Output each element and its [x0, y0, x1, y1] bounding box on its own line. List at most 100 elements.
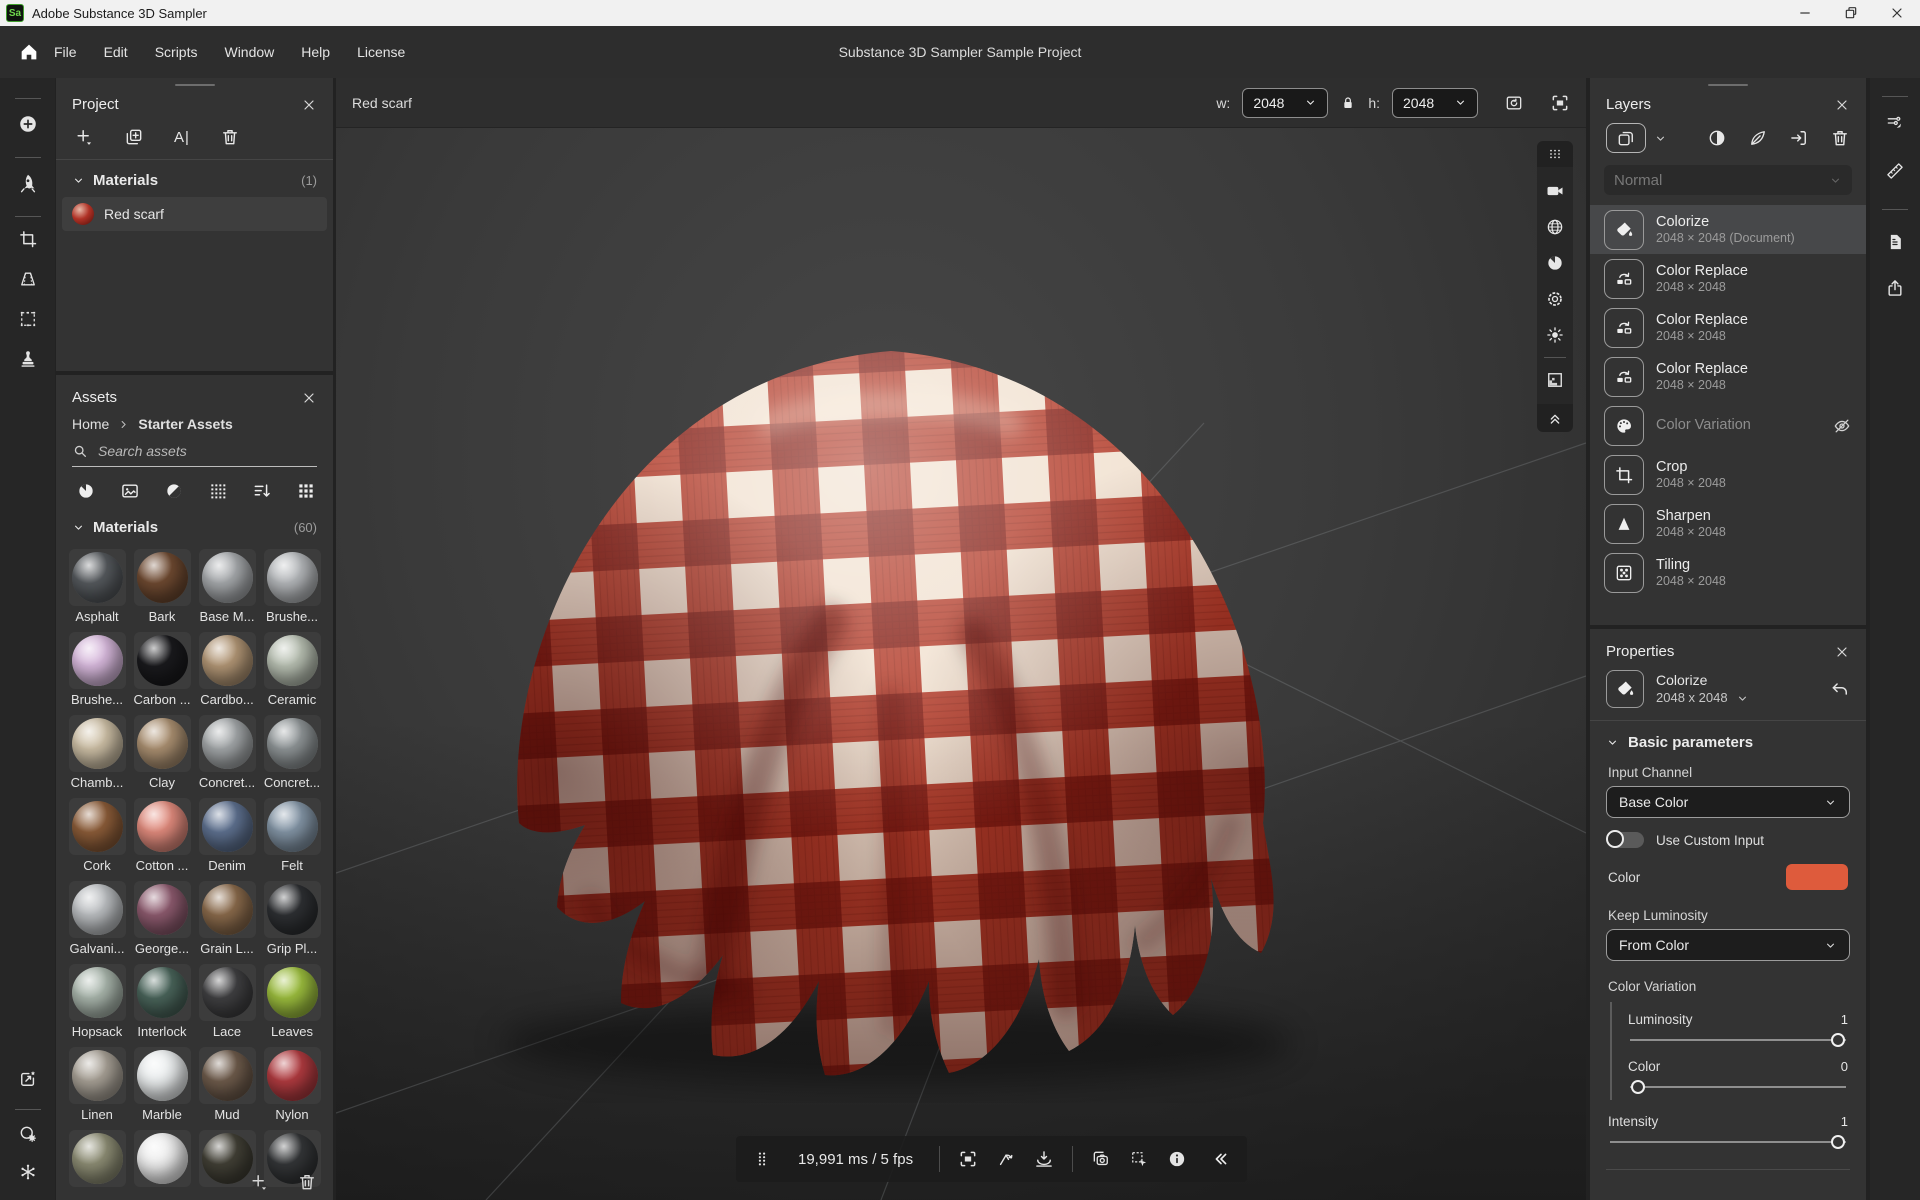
add-icon[interactable] — [74, 127, 94, 147]
frame-view-icon[interactable] — [958, 1149, 978, 1169]
marquee-select-icon[interactable] — [18, 309, 38, 329]
trash-icon[interactable] — [1830, 128, 1850, 148]
close-icon[interactable] — [1834, 644, 1850, 660]
material-asset[interactable]: Cork — [66, 795, 128, 877]
material-asset[interactable]: Brushe... — [66, 629, 128, 711]
material-asset[interactable]: Chamb... — [66, 712, 128, 794]
menu-item[interactable]: License — [357, 44, 405, 60]
material-asset[interactable]: Bark — [131, 546, 193, 628]
chevron-down-icon[interactable] — [1654, 132, 1667, 145]
reset-icon[interactable] — [1830, 679, 1850, 699]
layer-row[interactable]: Color Replace 2048 × 2048 — [1590, 254, 1866, 303]
document-icon[interactable] — [1885, 232, 1905, 252]
environment-globe-icon[interactable] — [1545, 209, 1565, 245]
material-asset[interactable]: Hopsack — [66, 961, 128, 1043]
viewport-tools-handle[interactable] — [1537, 141, 1573, 167]
material-asset[interactable]: Concret... — [261, 712, 323, 794]
fit-view-icon[interactable] — [1550, 93, 1570, 113]
collapse-column-icon[interactable] — [1537, 404, 1573, 432]
import-layer-icon[interactable] — [1789, 128, 1809, 148]
plugins-icon[interactable] — [18, 1162, 38, 1182]
material-asset[interactable]: Cotton ... — [131, 795, 193, 877]
menu-item[interactable]: File — [54, 44, 77, 60]
keep-luminosity-dropdown[interactable]: From Color — [1606, 929, 1850, 961]
menu-item[interactable]: Scripts — [155, 44, 198, 60]
sort-icon[interactable] — [252, 481, 272, 501]
lock-aspect-icon[interactable] — [1340, 95, 1356, 111]
reset-axis-icon[interactable] — [996, 1149, 1016, 1169]
capture-icon[interactable] — [1091, 1149, 1111, 1169]
material-asset[interactable]: Cardbo... — [196, 629, 258, 711]
slider-knob[interactable] — [1631, 1080, 1645, 1094]
slider-knob[interactable] — [1831, 1033, 1845, 1047]
layer-stack-button[interactable] — [1606, 123, 1646, 153]
rename-icon[interactable]: A| — [174, 129, 190, 146]
close-icon[interactable] — [1834, 97, 1850, 113]
add-asset-icon[interactable] — [249, 1172, 269, 1192]
material-asset[interactable]: Linen — [66, 1044, 128, 1126]
texture-view-icon[interactable] — [1545, 362, 1565, 398]
material-asset[interactable]: Grain L... — [196, 878, 258, 960]
color-swatch[interactable] — [1786, 864, 1848, 890]
minimize-button[interactable] — [1782, 0, 1828, 26]
3d-scene[interactable]: 19,991 ms / 5 fps — [336, 128, 1586, 1200]
share-export-icon[interactable] — [1885, 278, 1905, 298]
duplicate-icon[interactable] — [124, 127, 144, 147]
crop-tool-icon[interactable] — [18, 229, 38, 249]
material-asset[interactable]: George... — [131, 878, 193, 960]
intensity-slider-knob[interactable] — [1831, 1135, 1845, 1149]
info-icon[interactable] — [1167, 1149, 1187, 1169]
project-materials-section[interactable]: Materials (1) — [56, 160, 333, 197]
light-sun-icon[interactable] — [1545, 317, 1565, 353]
restore-button[interactable] — [1828, 0, 1874, 26]
material-asset[interactable]: Concret... — [196, 712, 258, 794]
drag-handle-icon[interactable] — [752, 1149, 772, 1169]
material-asset[interactable]: Interlock — [131, 961, 193, 1043]
camera-icon[interactable] — [1545, 173, 1565, 209]
clone-stamp-icon[interactable] — [18, 349, 38, 369]
property-layer-size[interactable]: 2048 x 2048 — [1656, 690, 1749, 707]
material-asset[interactable]: Asphalt — [66, 546, 128, 628]
material-asset[interactable]: Ceramic — [261, 629, 323, 711]
assets-materials-section[interactable]: Materials (60) — [56, 507, 333, 544]
filter-pattern-icon[interactable] — [208, 481, 228, 501]
layer-row[interactable]: Color Replace 2048 × 2048 — [1590, 352, 1866, 401]
search-field[interactable] — [72, 442, 317, 467]
trash-icon[interactable] — [220, 127, 240, 147]
material-settings-icon[interactable] — [18, 1124, 38, 1144]
material-asset[interactable] — [131, 1127, 193, 1200]
slider-track[interactable] — [1630, 1086, 1846, 1088]
layer-row[interactable]: Color Variation — [1590, 401, 1866, 450]
slider-track[interactable] — [1630, 1039, 1846, 1041]
mask-icon[interactable] — [1748, 128, 1768, 148]
material-asset[interactable]: Galvani... — [66, 878, 128, 960]
input-channel-dropdown[interactable]: Base Color — [1606, 786, 1850, 818]
material-asset[interactable]: Grip Pl... — [261, 878, 323, 960]
home-icon[interactable] — [18, 41, 40, 63]
layer-row[interactable]: Color Replace 2048 × 2048 — [1590, 303, 1866, 352]
menu-item[interactable]: Window — [224, 44, 274, 60]
material-asset[interactable]: Denim — [196, 795, 258, 877]
blend-mode-dropdown[interactable]: Normal — [1604, 165, 1852, 195]
width-dropdown[interactable]: 2048 — [1242, 88, 1328, 118]
menu-item[interactable]: Edit — [104, 44, 128, 60]
close-button[interactable] — [1874, 0, 1920, 26]
use-custom-input-toggle[interactable] — [1608, 832, 1644, 848]
export-new-icon[interactable] — [18, 1069, 38, 1089]
material-asset[interactable]: Carbon ... — [131, 629, 193, 711]
basic-parameters-section[interactable]: Basic parameters — [1590, 721, 1866, 755]
intensity-slider-track[interactable] — [1610, 1141, 1846, 1143]
material-ball-icon[interactable] — [1545, 245, 1565, 281]
add-material-icon[interactable] — [17, 113, 39, 135]
material-asset[interactable]: Felt — [261, 795, 323, 877]
material-asset[interactable]: Leaves — [261, 961, 323, 1043]
close-icon[interactable] — [301, 390, 317, 406]
ruler-icon[interactable] — [1885, 161, 1905, 181]
close-icon[interactable] — [301, 97, 317, 113]
layer-row[interactable]: Colorize 2048 × 2048 (Document) — [1590, 205, 1866, 254]
material-asset[interactable] — [66, 1127, 128, 1200]
layer-row[interactable]: Crop 2048 × 2048 — [1590, 450, 1866, 499]
launch-rocket-icon[interactable] — [17, 172, 39, 194]
project-material-item[interactable]: Red scarf — [62, 197, 327, 231]
pick-select-icon[interactable] — [1129, 1149, 1149, 1169]
